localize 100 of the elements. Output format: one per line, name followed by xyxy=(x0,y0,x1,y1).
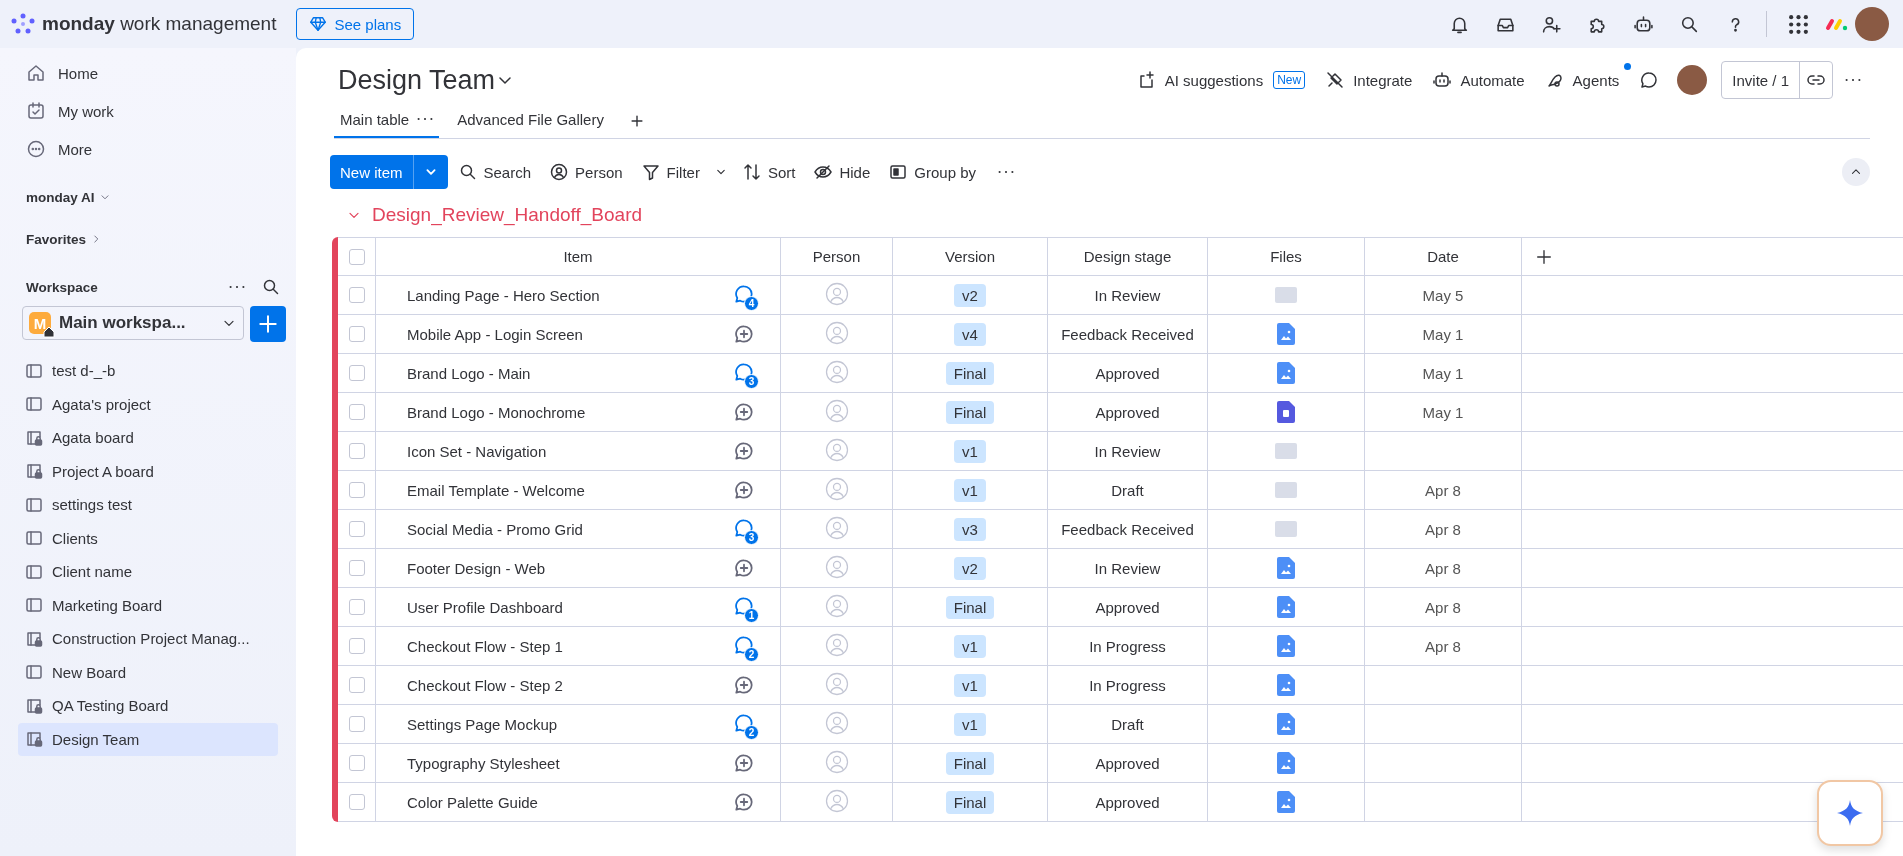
row-checkbox[interactable] xyxy=(348,365,365,381)
date-cell[interactable]: Apr 8 xyxy=(1365,549,1522,588)
date-cell[interactable]: Apr 8 xyxy=(1365,510,1522,549)
version-label[interactable]: Final xyxy=(945,361,995,385)
board-item[interactable]: Marketing Board xyxy=(18,588,278,622)
row-checkbox[interactable] xyxy=(348,404,365,420)
version-label[interactable]: v2 xyxy=(954,283,986,307)
header-action[interactable]: Integrate xyxy=(1315,63,1423,97)
version-label[interactable]: v1 xyxy=(954,673,986,697)
stage-cell[interactable]: Draft xyxy=(1048,705,1208,744)
toolbar-button[interactable]: Person xyxy=(541,155,631,189)
item-name[interactable]: Icon Set - Navigation xyxy=(376,432,708,471)
date-cell[interactable] xyxy=(1365,705,1522,744)
version-label[interactable]: Final xyxy=(945,400,995,424)
stage-cell[interactable]: In Review xyxy=(1048,276,1208,315)
file-thumbnail[interactable] xyxy=(1275,482,1297,498)
item-name[interactable]: User Profile Dashboard xyxy=(376,588,708,627)
see-plans-button[interactable]: See plans xyxy=(296,8,415,40)
row-checkbox[interactable] xyxy=(348,677,365,693)
version-label[interactable]: v1 xyxy=(954,439,986,463)
item-name[interactable]: Typography Stylesheet xyxy=(376,744,708,783)
date-cell[interactable]: May 5 xyxy=(1365,276,1522,315)
board-item[interactable]: New Board xyxy=(18,655,278,689)
version-label[interactable]: Final xyxy=(945,751,995,775)
board-item[interactable]: Clients xyxy=(18,521,278,555)
row-checkbox[interactable] xyxy=(348,755,365,771)
toolbar-button[interactable]: Group by xyxy=(880,155,984,189)
date-cell[interactable] xyxy=(1365,783,1522,822)
section-title[interactable]: Favorites xyxy=(26,231,87,247)
board-item[interactable]: QA Testing Board xyxy=(18,689,278,723)
board-item[interactable]: Client name xyxy=(18,555,278,589)
toolbar-button[interactable]: Hide xyxy=(805,155,879,189)
row-checkbox[interactable] xyxy=(348,287,365,303)
view-tab[interactable]: Main table xyxy=(334,102,440,138)
row-checkbox[interactable] xyxy=(348,326,365,342)
date-cell[interactable]: May 1 xyxy=(1365,315,1522,354)
stage-cell[interactable]: Approved xyxy=(1048,783,1208,822)
version-label[interactable]: v1 xyxy=(954,478,986,502)
stage-cell[interactable]: Feedback Received xyxy=(1048,510,1208,549)
date-cell[interactable]: May 1 xyxy=(1365,354,1522,393)
view-tab[interactable]: Advanced File Gallery xyxy=(451,102,610,138)
board-item[interactable]: Project A board xyxy=(18,454,278,488)
board-item[interactable]: Construction Project Manag... xyxy=(18,622,278,656)
item-name[interactable]: Mobile App - Login Screen xyxy=(376,315,708,354)
file-thumbnail[interactable] xyxy=(1275,443,1297,459)
toolbar-button[interactable]: Filter xyxy=(632,155,708,189)
ai-assistant-button[interactable] xyxy=(1817,780,1883,846)
date-cell[interactable]: Apr 8 xyxy=(1365,471,1522,510)
date-cell[interactable]: Apr 8 xyxy=(1365,588,1522,627)
board-item[interactable]: Agata board xyxy=(18,421,278,455)
nav-item[interactable]: More xyxy=(18,130,286,168)
stage-cell[interactable]: Draft xyxy=(1048,471,1208,510)
toolbar-button[interactable]: Search xyxy=(449,155,540,189)
workspace-dropdown[interactable]: M Main workspa... xyxy=(22,306,244,340)
item-name[interactable]: Color Palette Guide xyxy=(376,783,708,822)
stage-cell[interactable]: Approved xyxy=(1048,588,1208,627)
date-cell[interactable]: May 1 xyxy=(1365,393,1522,432)
version-label[interactable]: Final xyxy=(945,790,995,814)
item-name[interactable]: Checkout Flow - Step 1 xyxy=(376,627,708,666)
item-name[interactable]: Landing Page - Hero Section xyxy=(376,276,708,315)
toolbar-button[interactable]: Sort xyxy=(733,155,804,189)
row-checkbox[interactable] xyxy=(348,521,365,537)
row-checkbox[interactable] xyxy=(348,599,365,615)
stage-cell[interactable]: In Progress xyxy=(1048,627,1208,666)
stage-cell[interactable]: In Progress xyxy=(1048,666,1208,705)
board-item[interactable]: test d-_-b xyxy=(18,354,278,388)
board-item[interactable]: settings test xyxy=(18,488,278,522)
row-checkbox[interactable] xyxy=(348,443,365,459)
version-label[interactable]: v4 xyxy=(954,322,986,346)
item-name[interactable]: Footer Design - Web xyxy=(376,549,708,588)
board-item[interactable]: Agata's project xyxy=(18,387,278,421)
row-checkbox[interactable] xyxy=(348,638,365,654)
version-label[interactable]: v1 xyxy=(954,712,986,736)
row-checkbox[interactable] xyxy=(348,716,365,732)
date-cell[interactable] xyxy=(1365,432,1522,471)
version-label[interactable]: v1 xyxy=(954,634,986,658)
nav-item[interactable]: My work xyxy=(18,92,286,130)
stage-cell[interactable]: Feedback Received xyxy=(1048,315,1208,354)
header-action[interactable]: AI suggestions New xyxy=(1126,63,1316,97)
stage-cell[interactable]: In Review xyxy=(1048,549,1208,588)
date-cell[interactable]: Apr 8 xyxy=(1365,627,1522,666)
item-name[interactable]: Social Media - Promo Grid xyxy=(376,510,708,549)
user-avatar[interactable] xyxy=(1855,7,1889,41)
row-checkbox[interactable] xyxy=(348,560,365,576)
file-thumbnail[interactable] xyxy=(1275,287,1297,303)
header-action[interactable]: Agents xyxy=(1534,63,1630,97)
item-name[interactable]: Settings Page Mockup xyxy=(376,705,708,744)
row-checkbox[interactable] xyxy=(348,482,365,498)
header-action[interactable]: Automate xyxy=(1422,63,1535,97)
stage-cell[interactable]: Approved xyxy=(1048,354,1208,393)
version-label[interactable]: v2 xyxy=(954,556,986,580)
user-avatar[interactable] xyxy=(1677,65,1708,95)
item-name[interactable]: Brand Logo - Main xyxy=(376,354,708,393)
add-button[interactable] xyxy=(250,306,286,342)
item-name[interactable]: Email Template - Welcome xyxy=(376,471,708,510)
date-cell[interactable] xyxy=(1365,744,1522,783)
file-thumbnail[interactable] xyxy=(1275,521,1297,537)
group-title[interactable]: Design_Review_Handoff_Board xyxy=(372,204,643,226)
stage-cell[interactable]: In Review xyxy=(1048,432,1208,471)
board-title[interactable]: Design Team xyxy=(338,64,496,96)
